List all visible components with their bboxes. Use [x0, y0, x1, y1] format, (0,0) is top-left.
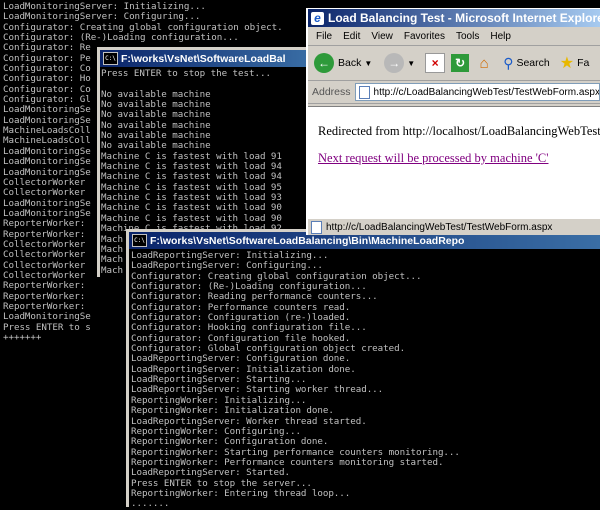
console-output: LoadReportingServer: Initializing... Loa… [131, 250, 460, 510]
next-request-link[interactable]: Next request will be processed by machin… [318, 151, 548, 166]
status-text: http://c/LoadBalancingWebTest/TestWebFor… [326, 222, 553, 233]
address-value: http://c/LoadBalancingWebTest/TestWebFor… [373, 86, 600, 98]
forward-arrow-icon: → [384, 53, 405, 73]
status-bar: http://c/LoadBalancingWebTest/TestWebFor… [308, 218, 600, 236]
home-icon[interactable]: ⌂ [475, 54, 493, 72]
back-label: Back [338, 57, 362, 69]
menu-file[interactable]: File [316, 31, 332, 42]
dropdown-arrow-icon[interactable]: ▼ [407, 59, 415, 68]
dropdown-arrow-icon[interactable]: ▼ [364, 59, 372, 68]
search-button[interactable]: ⚲ Search [503, 55, 550, 72]
console-icon: C:\ [132, 234, 147, 247]
redirect-text: Redirected from http://localhost/LoadBal… [318, 124, 600, 138]
title-bar[interactable]: e Load Balancing Test - Microsoft Intern… [308, 9, 600, 27]
page-content: Redirected from http://localhost/LoadBal… [308, 106, 600, 218]
menu-help[interactable]: Help [490, 31, 511, 42]
reporting-console-window[interactable]: C:\ F:\works\VsNet\SoftwareLoadBalancing… [126, 229, 600, 510]
window-title: Load Balancing Test - Microsoft Internet… [328, 11, 600, 25]
back-arrow-icon: ← [314, 53, 334, 73]
stop-icon[interactable]: × [425, 53, 446, 73]
favorites-label: Fa [577, 57, 590, 69]
search-label: Search [516, 57, 550, 69]
refresh-icon[interactable]: ↻ [451, 54, 470, 72]
window-title: F:\works\VsNet\SoftwareLoadBal [121, 52, 286, 65]
address-bar: Address http://c/LoadBalancingWebTest/Te… [308, 81, 600, 104]
page-icon [311, 221, 322, 234]
address-input[interactable]: http://c/LoadBalancingWebTest/TestWebFor… [354, 83, 600, 101]
menu-bar: File Edit View Favorites Tools Help [308, 27, 600, 46]
page-icon [358, 85, 370, 99]
star-icon: ★ [559, 55, 575, 72]
back-button[interactable]: ← Back ▼ [314, 53, 372, 73]
title-bar[interactable]: C:\ F:\works\VsNet\SoftwareLoadBal [100, 50, 312, 67]
menu-view[interactable]: View [371, 31, 393, 42]
forward-button[interactable]: → ▼ [384, 53, 415, 73]
search-icon: ⚲ [503, 54, 514, 71]
menu-favorites[interactable]: Favorites [404, 31, 445, 42]
ie-logo-icon: e [311, 11, 324, 25]
menu-edit[interactable]: Edit [343, 31, 360, 42]
console-icon: C:\ [103, 52, 118, 65]
window-title: F:\works\VsNet\SoftwareLoadBalancing\Bin… [150, 234, 465, 247]
menu-tools[interactable]: Tools [456, 31, 479, 42]
favorites-button[interactable]: ★ Fa [560, 53, 590, 73]
browser-window[interactable]: e Load Balancing Test - Microsoft Intern… [306, 8, 600, 235]
toolbar: ← Back ▼ → ▼ × ↻ ⌂ ⚲ Search ★ Fa [308, 46, 600, 81]
address-label: Address [312, 86, 351, 98]
